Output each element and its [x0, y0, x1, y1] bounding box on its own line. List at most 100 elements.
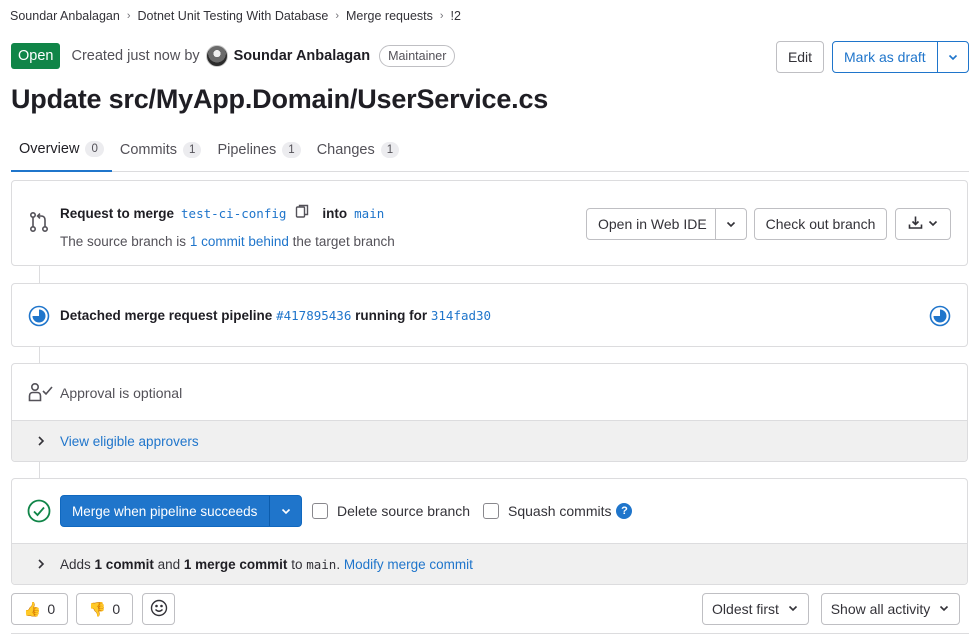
tab-label: Commits: [119, 142, 178, 158]
merge-info-branch: main: [306, 557, 337, 572]
timeline-connector: [39, 266, 40, 283]
merge-request-icon: [28, 211, 50, 236]
tab-count: 1: [380, 142, 400, 158]
add-reaction-button[interactable]: [142, 593, 175, 625]
commits-behind-link[interactable]: 1 commit behind: [190, 234, 289, 249]
breadcrumb-merge-requests[interactable]: Merge requests: [346, 9, 433, 23]
mr-tabs: Overview 0 Commits 1 Pipelines 1 Changes…: [11, 128, 969, 172]
tab-count: 1: [183, 142, 202, 158]
smiley-icon: [150, 599, 168, 620]
modify-merge-commit-link[interactable]: Modify merge commit: [344, 557, 473, 572]
merge-info-merge-commit: 1 merge commit: [183, 557, 288, 572]
squash-commits-label: Squash commits: [508, 503, 612, 519]
approval-icon: [28, 382, 54, 405]
branch-status-suffix: the target branch: [292, 234, 395, 249]
page-title: Update src/MyApp.Domain/UserService.cs: [11, 84, 549, 114]
view-eligible-approvers-link[interactable]: View eligible approvers: [60, 434, 199, 449]
copy-icon[interactable]: [295, 204, 309, 222]
pipeline-status-icon[interactable]: [929, 305, 951, 330]
pipeline-middle: running for: [355, 308, 428, 323]
mark-as-draft-label[interactable]: Mark as draft: [833, 49, 937, 65]
breadcrumb-project[interactable]: Dotnet Unit Testing With Database: [138, 9, 329, 23]
breadcrumb: Soundar Anbalagan › Dotnet Unit Testing …: [10, 8, 461, 24]
thumbs-up-count: 0: [47, 601, 56, 617]
avatar[interactable]: [205, 45, 228, 67]
tab-overview[interactable]: Overview 0: [11, 128, 112, 172]
delete-source-branch-checkbox[interactable]: Delete source branch: [312, 503, 470, 519]
merge-info-text: Adds 1 commit and 1 merge commit to main…: [60, 557, 473, 572]
thumbs-down-button[interactable]: 👎 0: [76, 593, 133, 625]
chevron-down-icon[interactable]: [936, 42, 969, 72]
chevron-down-icon[interactable]: [715, 209, 746, 239]
check-circle-icon: [27, 499, 51, 526]
thumbs-up-icon: 👍: [23, 600, 42, 617]
chevron-down-icon: [927, 216, 939, 232]
pipeline-id-link[interactable]: #417895436: [276, 308, 351, 323]
open-in-web-ide-label[interactable]: Open in Web IDE: [587, 216, 715, 232]
chevron-right-icon: ›: [439, 10, 444, 22]
help-icon[interactable]: ?: [616, 503, 633, 519]
merge-info-pre: Adds: [60, 557, 91, 572]
check-out-branch-button[interactable]: Check out branch: [754, 208, 887, 240]
download-icon: [908, 215, 923, 233]
activity-filter-label: Show all activity: [830, 601, 931, 617]
pipeline-panel: Detached merge request pipeline #4178954…: [11, 283, 968, 347]
pipeline-text: Detached merge request pipeline #4178954…: [60, 308, 491, 323]
merge-info-dot: .: [336, 557, 341, 572]
tab-commits[interactable]: Commits 1: [112, 128, 210, 172]
source-branch-link[interactable]: test-ci-config: [181, 206, 286, 221]
branch-status-prefix: The source branch is: [60, 234, 187, 249]
merge-prefix: Request to merge: [60, 205, 175, 221]
approval-panel: Approval is optional View eligible appro…: [11, 363, 968, 462]
tab-count: 1: [282, 142, 301, 158]
merge-when-pipeline-succeeds-button[interactable]: Merge when pipeline succeeds: [60, 495, 302, 527]
chevron-right-icon: ›: [126, 10, 131, 22]
open-in-web-ide-button[interactable]: Open in Web IDE: [586, 208, 747, 240]
merge-info-to: to: [291, 557, 303, 572]
chevron-right-icon: ›: [335, 10, 340, 22]
chevron-down-icon: [787, 601, 799, 617]
squash-commits-checkbox[interactable]: Squash commits ?: [483, 503, 633, 519]
sort-order-dropdown[interactable]: Oldest first: [702, 593, 809, 625]
tab-count: 0: [85, 141, 104, 157]
tab-changes[interactable]: Changes 1: [309, 128, 407, 172]
delete-source-branch-label: Delete source branch: [337, 503, 471, 519]
breadcrumb-mr-id[interactable]: !2: [451, 9, 461, 23]
tab-label: Pipelines: [217, 142, 277, 158]
merge-panel: Merge when pipeline succeeds Delete sour…: [11, 478, 968, 585]
chevron-right-icon[interactable]: [36, 557, 46, 574]
merge-info-commit: 1 commit: [94, 557, 154, 572]
created-text: Created just now by: [71, 48, 200, 64]
breadcrumb-user[interactable]: Soundar Anbalagan: [10, 9, 120, 23]
approvers-row[interactable]: View eligible approvers: [12, 421, 967, 461]
merge-button-label[interactable]: Merge when pipeline succeeds: [61, 504, 269, 519]
activity-filter-dropdown[interactable]: Show all activity: [821, 593, 960, 625]
edit-button[interactable]: Edit: [776, 41, 824, 73]
tab-label: Changes: [316, 142, 375, 158]
checkbox-box[interactable]: [312, 503, 328, 519]
branch-status: The source branch is 1 commit behind the…: [60, 234, 395, 249]
commit-sha-link[interactable]: 314fad30: [431, 308, 491, 323]
thumbs-down-count: 0: [112, 601, 121, 617]
author-link[interactable]: Soundar Anbalagan: [234, 48, 370, 64]
into-text: into: [322, 205, 348, 221]
timeline-connector: [39, 462, 40, 478]
merge-row: Merge when pipeline succeeds Delete sour…: [12, 479, 967, 544]
merge-request-branch-panel: Request to merge test-ci-config into mai…: [11, 180, 968, 266]
tab-pipelines[interactable]: Pipelines 1: [209, 128, 308, 172]
thumbs-up-button[interactable]: 👍 0: [11, 593, 68, 625]
target-branch-link[interactable]: main: [354, 206, 384, 221]
approval-text: Approval is optional: [60, 385, 183, 401]
pipeline-running-icon[interactable]: [28, 305, 50, 330]
download-button[interactable]: [895, 208, 951, 240]
role-badge: Maintainer: [379, 45, 456, 67]
thumbs-down-icon: 👎: [88, 600, 107, 617]
checkbox-box[interactable]: [483, 503, 499, 519]
chevron-right-icon[interactable]: [36, 434, 46, 451]
mr-header: Open Created just now by Soundar Anbalag…: [11, 43, 456, 69]
mark-as-draft-button[interactable]: Mark as draft: [832, 41, 969, 73]
chevron-down-icon[interactable]: [269, 496, 301, 526]
status-badge: Open: [11, 43, 61, 69]
merge-info-row: Adds 1 commit and 1 merge commit to main…: [12, 544, 967, 584]
merge-info-and: and: [157, 557, 181, 572]
